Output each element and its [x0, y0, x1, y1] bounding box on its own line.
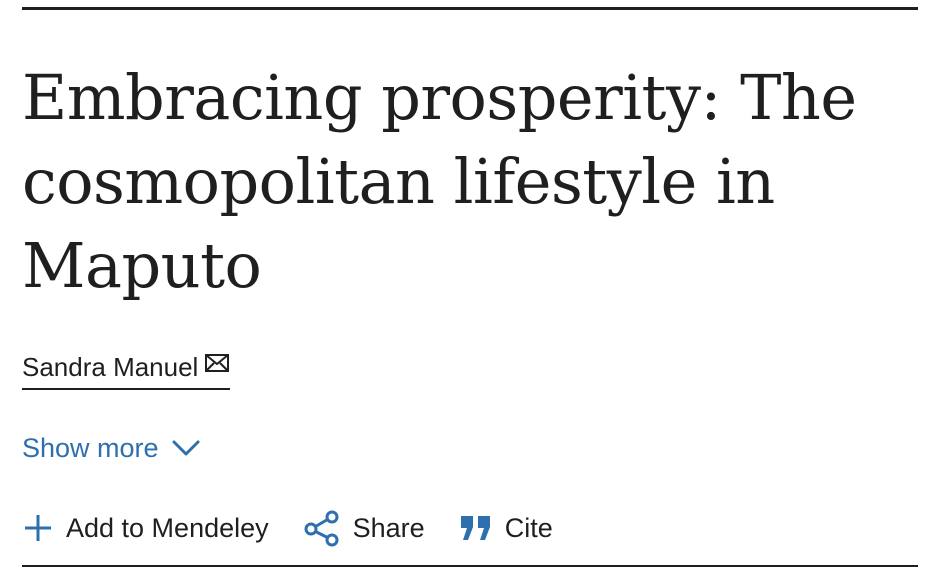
share-label: Share [352, 512, 425, 543]
add-to-mendeley-button[interactable]: Add to Mendeley [22, 512, 269, 544]
cite-button[interactable]: Cite [459, 513, 553, 544]
top-divider [22, 7, 918, 10]
author-name: Sandra Manuel [22, 352, 199, 382]
share-button[interactable]: Share [303, 509, 425, 547]
article-title: Embracing prosperity: The cosmopolitan l… [22, 61, 857, 302]
quote-icon [459, 513, 493, 543]
cite-label: Cite [504, 512, 553, 543]
author-link[interactable]: Sandra Manuel [22, 350, 231, 390]
plus-icon [22, 512, 54, 544]
article-actions: Add to Mendeley Share Cite [22, 506, 587, 550]
bottom-divider [22, 565, 918, 567]
show-more-button[interactable]: Show more [22, 430, 201, 466]
share-icon [303, 509, 341, 547]
show-more-label: Show more [22, 433, 159, 463]
chevron-down-icon [171, 438, 201, 458]
add-to-mendeley-label: Add to Mendeley [66, 512, 269, 543]
envelope-icon[interactable] [204, 352, 230, 374]
